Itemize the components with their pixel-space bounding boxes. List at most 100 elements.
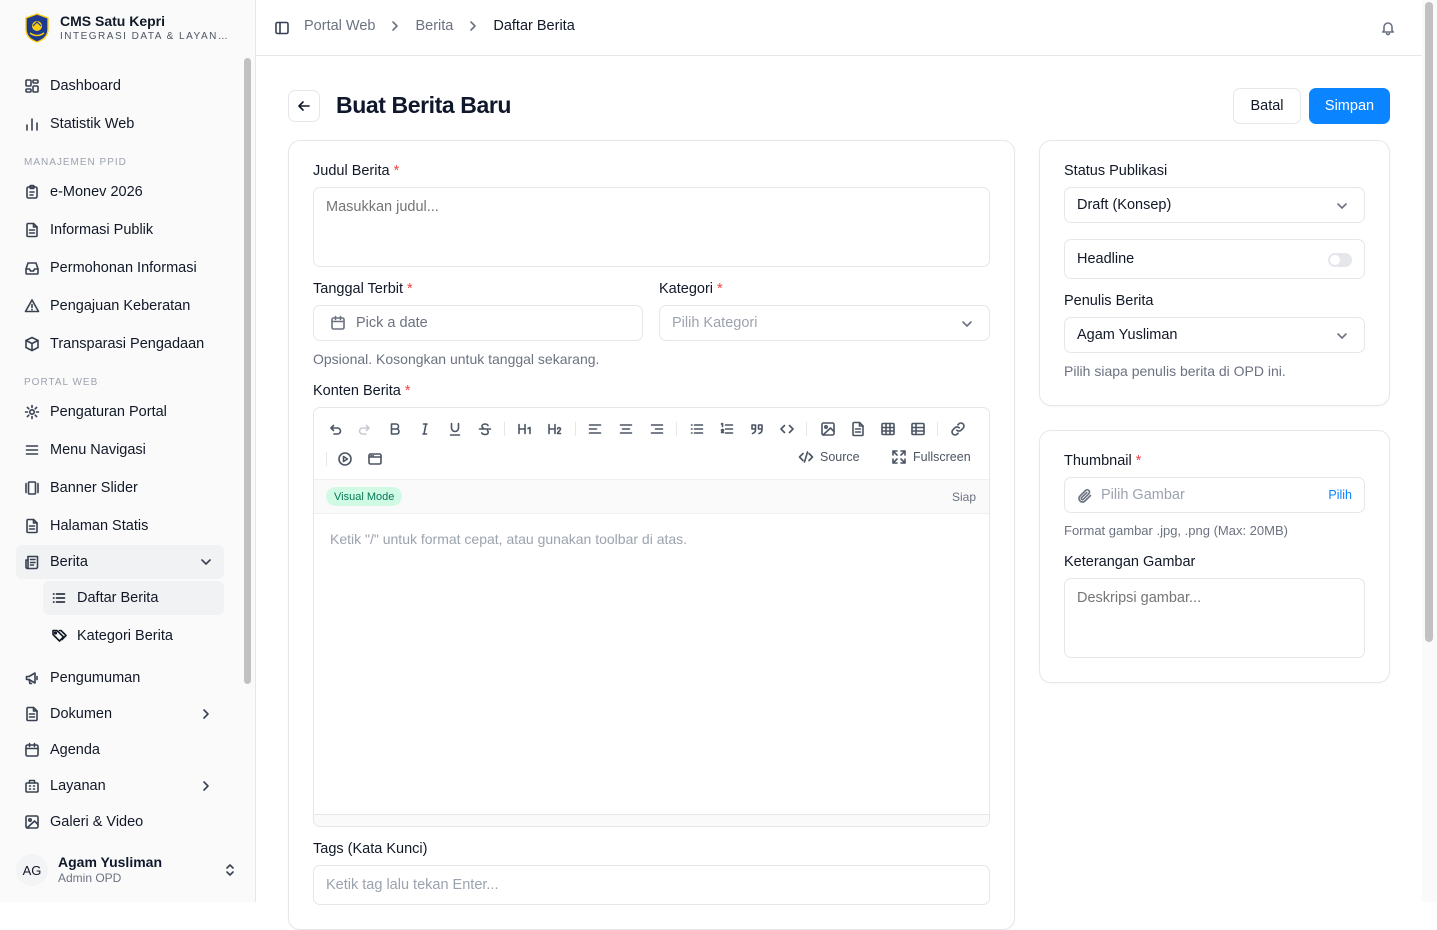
main-scrollbar-thumb[interactable]: [1425, 2, 1433, 642]
category-select[interactable]: Pilih Kategori: [659, 305, 990, 341]
sidebar-item-label: Statistik Web: [50, 116, 135, 132]
breadcrumb-current: Daftar Berita: [493, 18, 575, 34]
content-label: Konten Berita *: [313, 383, 411, 399]
undo-icon[interactable]: [324, 418, 346, 440]
chevron-down-icon: [198, 554, 214, 570]
sidebar-item-dashboard[interactable]: Dashboard: [16, 69, 224, 103]
underline-icon[interactable]: [444, 418, 466, 440]
thumbnail-hint: Format gambar .jpg, .png (Max: 20MB): [1064, 523, 1288, 538]
sidebar-item-pengaturan-portal[interactable]: Pengaturan Portal: [16, 395, 224, 429]
sidebar-toggle-icon[interactable]: [274, 20, 290, 36]
fullscreen-button[interactable]: Fullscreen: [891, 449, 971, 465]
source-button[interactable]: Source: [798, 449, 860, 465]
tags-input[interactable]: Ketik tag lalu tekan Enter...: [313, 865, 990, 905]
user-menu[interactable]: AG Agam Yusliman Admin OPD: [16, 847, 242, 893]
back-button[interactable]: [288, 90, 320, 122]
editor-content-area[interactable]: Ketik "/" untuk format cepat, atau gunak…: [330, 531, 687, 547]
sidebar-subitem-daftar-berita[interactable]: Daftar Berita: [43, 581, 224, 615]
writer-select[interactable]: Agam Yusliman: [1064, 317, 1365, 353]
tags-icon: [51, 628, 67, 644]
date-picker-button[interactable]: Pick a date: [313, 305, 643, 341]
date-placeholder: Pick a date: [356, 315, 428, 331]
sidebar-item-agenda[interactable]: Agenda: [16, 733, 224, 767]
heading-2-icon[interactable]: [544, 418, 566, 440]
title-input[interactable]: [313, 187, 990, 267]
sidebar-item-berita[interactable]: Berita: [16, 545, 224, 579]
sidebar-item-menu-navigasi[interactable]: Menu Navigasi: [16, 433, 224, 467]
sidebar-item-pengumuman[interactable]: Pengumuman: [16, 661, 224, 695]
file-text-icon: [24, 222, 40, 238]
code-icon[interactable]: [776, 418, 798, 440]
sidebar-item-layanan[interactable]: Layanan: [16, 769, 224, 803]
sidebar-item-transparasi-pengadaan[interactable]: Transparasi Pengadaan: [16, 327, 224, 361]
sidebar-item-halaman-statis[interactable]: Halaman Statis: [16, 509, 224, 543]
sidebar-scrollbar[interactable]: [242, 56, 252, 838]
caption-input[interactable]: [1064, 578, 1365, 658]
bullet-list-icon[interactable]: [686, 418, 708, 440]
insert-table-icon[interactable]: [877, 418, 899, 440]
sidebar-item-statistik-web[interactable]: Statistik Web: [16, 107, 224, 141]
bell-icon[interactable]: [1380, 20, 1396, 36]
editor-status: Siap: [951, 490, 976, 504]
sidebar-item-label: Layanan: [50, 778, 106, 794]
save-button[interactable]: Simpan: [1309, 88, 1390, 124]
breadcrumb: Portal Web Berita Daftar Berita: [304, 18, 575, 34]
calendar-icon: [330, 315, 346, 331]
toolbar-divider: [937, 422, 938, 436]
status-value: Draft (Konsep): [1077, 197, 1172, 213]
breadcrumb-item[interactable]: Berita: [415, 18, 453, 34]
brand-name: CMS Satu Kepri: [60, 13, 166, 29]
breadcrumb-item[interactable]: Portal Web: [304, 18, 375, 34]
thumbnail-picker[interactable]: Pilih Gambar Pilih: [1064, 477, 1365, 513]
sidebar-item-dokumen[interactable]: Dokumen: [16, 697, 224, 731]
sidebar-item-label: Pengaturan Portal: [50, 404, 167, 420]
status-select[interactable]: Draft (Konsep): [1064, 187, 1365, 223]
insert-file-icon[interactable]: [847, 418, 869, 440]
file-icon: [24, 706, 40, 722]
sidebar-item-galeri-video[interactable]: Galeri & Video: [16, 805, 224, 839]
main-scrollbar[interactable]: [1422, 0, 1437, 902]
headline-label: Headline: [1077, 251, 1135, 267]
insert-video-icon[interactable]: [334, 448, 356, 470]
sidebar-item-label: Agenda: [50, 742, 100, 758]
table-options-icon[interactable]: [907, 418, 929, 440]
thumbnail-label: Thumbnail *: [1064, 453, 1142, 469]
menu-icon: [24, 442, 40, 458]
toolbar-divider: [575, 422, 576, 436]
sidebar-item-pengajuan-keberatan[interactable]: Pengajuan Keberatan: [16, 289, 224, 323]
insert-embed-icon[interactable]: [364, 448, 386, 470]
list-icon: [51, 590, 67, 606]
strikethrough-icon[interactable]: [474, 418, 496, 440]
writer-label: Penulis Berita: [1064, 293, 1154, 309]
sidebar-item-banner-slider[interactable]: Banner Slider: [16, 471, 224, 505]
align-right-icon[interactable]: [646, 418, 668, 440]
bar-chart-icon: [24, 116, 40, 132]
brand[interactable]: CMS Satu Kepri INTEGRASI DATA & LAYANAN: [24, 12, 230, 44]
sidebar-subitem-kategori-berita[interactable]: Kategori Berita: [43, 619, 224, 653]
caption-label: Keterangan Gambar: [1064, 554, 1196, 570]
sidebar-scrollbar-thumb[interactable]: [244, 58, 251, 684]
redo-icon[interactable]: [354, 418, 376, 440]
sidebar-item-permohonan-informasi[interactable]: Permohonan Informasi: [16, 251, 224, 285]
headline-toggle[interactable]: [1328, 253, 1352, 267]
date-hint: Opsional. Kosongkan untuk tanggal sekara…: [313, 351, 600, 367]
bold-icon[interactable]: [384, 418, 406, 440]
sidebar-item-label: Permohonan Informasi: [50, 260, 197, 276]
sidebar-item-e-monev[interactable]: e-Monev 2026: [16, 175, 224, 209]
numbered-list-icon[interactable]: [716, 418, 738, 440]
cancel-button[interactable]: Batal: [1233, 88, 1301, 124]
align-left-icon[interactable]: [584, 418, 606, 440]
quote-icon[interactable]: [746, 418, 768, 440]
chevron-right-icon: [198, 778, 214, 794]
align-center-icon[interactable]: [615, 418, 637, 440]
insert-image-icon[interactable]: [817, 418, 839, 440]
editor-resize-bar[interactable]: [314, 814, 989, 826]
pick-image-button[interactable]: Pilih: [1328, 488, 1352, 502]
heading-1-icon[interactable]: [514, 418, 536, 440]
toolbar-divider: [504, 422, 505, 436]
link-icon[interactable]: [947, 418, 969, 440]
toolbar-divider: [326, 452, 327, 466]
sidebar-item-informasi-publik[interactable]: Informasi Publik: [16, 213, 224, 247]
fullscreen-label: Fullscreen: [913, 450, 971, 464]
italic-icon[interactable]: [414, 418, 436, 440]
